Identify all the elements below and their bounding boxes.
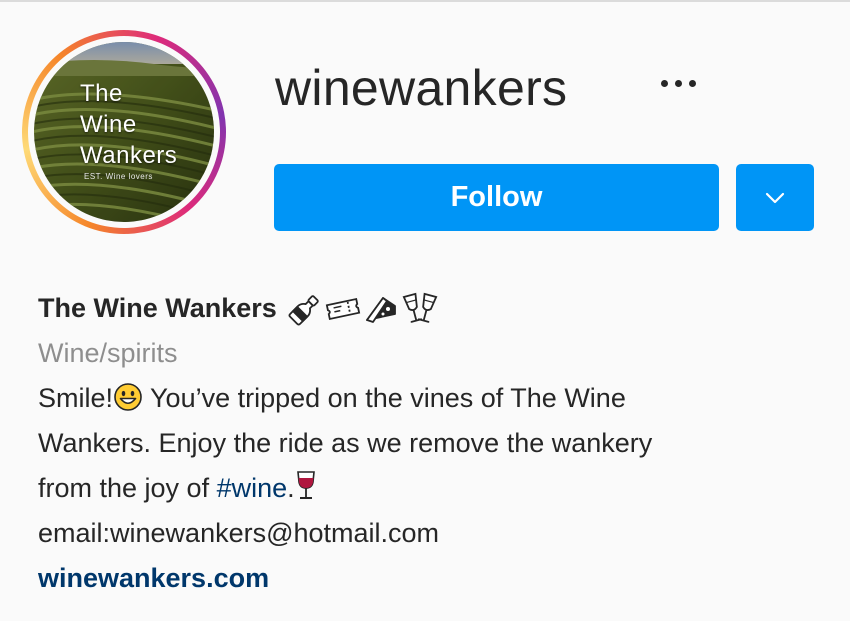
bio-line-3: from the joy of bbox=[38, 473, 217, 503]
bio-line-3-suffix: . bbox=[287, 473, 295, 503]
ticket-icon bbox=[325, 297, 361, 320]
profile-bio-section: The Wine Wankers Wine/spirits Smile! You… bbox=[38, 286, 828, 601]
avatar-logo-line: Wankers bbox=[80, 142, 178, 169]
wine-glass-icon bbox=[296, 471, 315, 499]
avatar-logo-line: The bbox=[80, 80, 123, 107]
name-emojis bbox=[287, 292, 439, 326]
cheese-wedge-icon bbox=[365, 296, 396, 323]
chevron-down-icon bbox=[765, 192, 785, 203]
bio-line-1: You’ve tripped on the vines of The Wine bbox=[143, 383, 626, 413]
website-link[interactable]: winewankers.com bbox=[38, 556, 828, 601]
more-horizontal-icon bbox=[674, 79, 682, 87]
bio-text: Smile! You’ve tripped on the vines of Th… bbox=[38, 376, 828, 511]
avatar[interactable]: The Wine Wankers EST. Wine lovers bbox=[34, 42, 214, 222]
profile-username: winewankers bbox=[275, 60, 568, 116]
clinking-glasses-icon bbox=[402, 292, 438, 323]
bio-email: email:winewankers@hotmail.com bbox=[38, 518, 440, 548]
profile-category: Wine/spirits bbox=[38, 338, 178, 368]
avatar-logo-line: Wine bbox=[80, 111, 137, 138]
bio-line-2: Wankers. Enjoy the ride as we remove the… bbox=[38, 428, 653, 458]
more-horizontal-icon bbox=[688, 79, 696, 87]
avatar-logo-subtext: EST. Wine lovers bbox=[84, 172, 153, 181]
hashtag-link[interactable]: #wine bbox=[217, 473, 288, 503]
full-name: The Wine Wankers bbox=[38, 293, 277, 323]
bio-intro: Smile! bbox=[38, 383, 114, 413]
full-name-row: The Wine Wankers bbox=[38, 286, 828, 331]
story-ring[interactable]: The Wine Wankers EST. Wine lovers bbox=[22, 30, 226, 234]
more-options-button[interactable] bbox=[648, 66, 708, 100]
top-divider bbox=[0, 0, 850, 2]
avatar-logo-text: The Wine Wankers bbox=[80, 78, 177, 171]
champagne-bottle-icon bbox=[288, 294, 319, 325]
suggested-accounts-button[interactable] bbox=[736, 164, 814, 231]
more-horizontal-icon bbox=[660, 79, 668, 87]
follow-button[interactable]: Follow bbox=[274, 164, 719, 231]
grinning-face-icon bbox=[114, 383, 142, 411]
